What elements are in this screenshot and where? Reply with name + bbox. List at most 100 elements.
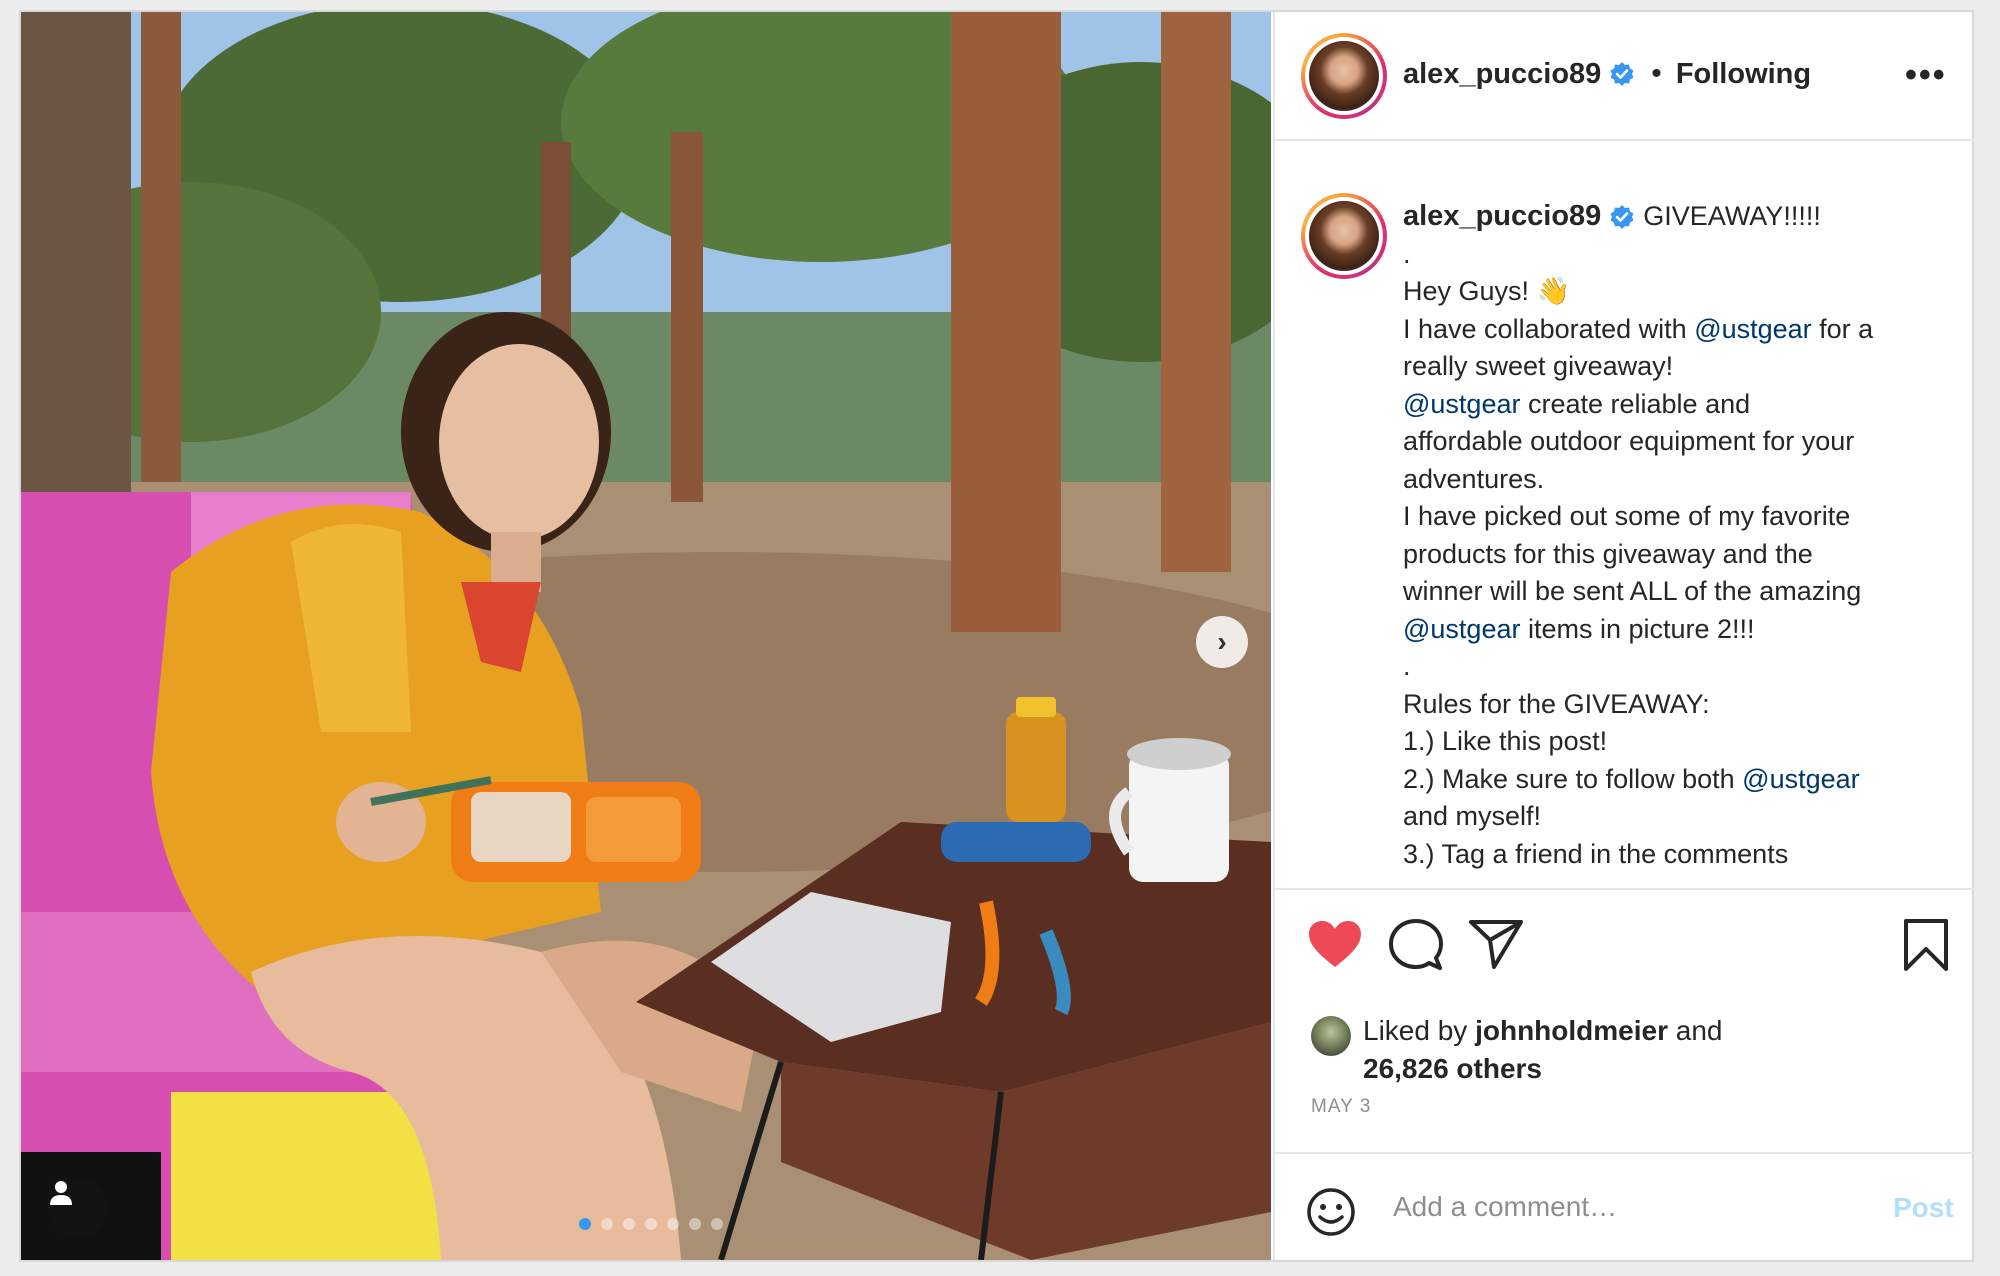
caption-line-text: I have picked out some of my favorite [1403,501,1850,531]
comment-icon[interactable] [1389,918,1443,972]
following-button[interactable]: Following [1676,58,1811,91]
caption-fragment: . [1403,651,1411,681]
caption-line-text: 1.) Like this post! [1403,726,1607,756]
post-photo[interactable]: › [21,12,1271,1260]
caption-line-text: winner will be sent ALL of the amazing [1403,576,1861,606]
caption-fragment: 2.) Make sure to follow both [1403,763,1743,794]
carousel-dot [645,1218,657,1230]
caption-line: adventures. [1403,461,1943,499]
person-icon [50,1181,72,1205]
caption-line-text: really sweet giveaway! [1403,351,1673,381]
instagram-post: › alex_puccio89 • Following ••• alex_puc… [19,10,1974,1262]
carousel-indicator [579,1218,723,1230]
verified-badge-icon [1610,62,1634,86]
carousel-dot [711,1218,723,1230]
caption-line: Hey Guys! 👋 [1403,273,1943,311]
caption-line: @ustgear items in picture 2!!! [1403,611,1943,649]
caption-fragment: 1.) Like this post! [1403,726,1608,756]
caption-fragment: GIVEAWAY!!!!! [1643,201,1821,231]
caption-line-text: adventures. [1403,464,1544,494]
more-options-button[interactable]: ••• [1905,56,1947,95]
caption-line-text: @ustgear items in picture 2!!! [1403,614,1755,644]
post-header: alex_puccio89 • Following ••• [1275,12,1974,141]
caption-line: 3.) Tag a friend in the comments [1403,836,1943,874]
caption-scroll-area[interactable]: alex_puccio89 GIVEAWAY!!!!!. Hey Guys! 👋 I … [1275,143,1974,888]
mention-link[interactable]: @ustgear [1403,389,1520,419]
action-bar [1275,888,1974,1008]
caption-fragment: I have picked out some of my favorite [1403,501,1851,531]
caption-line-text: . [1403,651,1411,681]
verified-badge-icon [1610,204,1634,229]
caption-text: alex_puccio89 GIVEAWAY!!!!!. Hey Guys! 👋 I … [1403,198,1943,873]
caption-line: and myself! [1403,798,1943,836]
caption-fragment: Hey Guys! 👋 [1403,276,1571,306]
comment-bar: Post [1275,1152,1974,1260]
caption-line: . [1403,648,1943,686]
separator-bullet: • [1651,57,1662,90]
caption-line-text: Rules for the GIVEAWAY: [1403,689,1710,719]
heart-icon[interactable] [1307,920,1363,970]
mention-link[interactable]: @ustgear [1694,314,1811,344]
mention-link[interactable]: @ustgear [1403,614,1520,644]
likes-text: Liked by johnholdmeier and 26,826 others [1363,1012,1722,1088]
caption-fragment: items in picture 2!!! [1520,613,1755,644]
caption-fragment: create reliable and [1520,388,1751,419]
caption-fragment: Rules for the GIVEAWAY: [1403,688,1710,719]
carousel-dot [579,1218,591,1230]
caption-line-text: products for this giveaway and the [1403,539,1813,569]
caption-fragment: adventures. [1403,463,1545,494]
caption-fragment: 3.) Tag a friend in the comments [1403,838,1789,869]
caption-line-text: GIVEAWAY!!!!! [1643,198,1821,236]
caption-line-text: Hey Guys! 👋 [1403,276,1570,306]
caption-line: 2.) Make sure to follow both @ustgear [1403,761,1943,799]
caption-fragment: affordable outdoor equipment for your [1403,426,1855,456]
paper-plane-icon[interactable] [1469,918,1523,970]
mention-link[interactable]: @ustgear [1742,764,1859,794]
caption-fragment: . [1403,238,1411,269]
caption-line: products for this giveaway and the [1403,536,1943,574]
caption-line-text: I have collaborated with @ustgear for a [1403,314,1873,344]
likes-middle: and [1667,1015,1723,1046]
caption-fragment: products for this giveaway and the [1403,538,1813,569]
caption-line: . [1403,236,1943,274]
caption-line-text: . [1403,239,1411,269]
liker-username[interactable]: johnholdmeier [1475,1015,1668,1046]
carousel-dot [623,1218,635,1230]
emoji-icon[interactable] [1306,1187,1356,1237]
tagged-users-button[interactable] [47,1178,107,1238]
chevron-right-icon: › [1217,626,1227,657]
caption-line: 1.) Like this post! [1403,723,1943,761]
caption-line: alex_puccio89 GIVEAWAY!!!!! [1403,198,1943,236]
caption-line: winner will be sent ALL of the amazing [1403,573,1943,611]
carousel-dot [689,1218,701,1230]
comment-input[interactable] [1393,1184,1833,1230]
caption-author-avatar[interactable] [1301,193,1387,279]
carousel-dot [601,1218,613,1230]
caption-line: affordable outdoor equipment for your [1403,423,1943,461]
likes-summary[interactable]: Liked by johnholdmeier and 26,826 others [1311,1012,1722,1088]
carousel-dot [667,1218,679,1230]
caption-fragment: I have collaborated with [1403,313,1695,344]
post-date[interactable]: MAY 3 [1311,1096,1371,1118]
caption-line: @ustgear create reliable and [1403,386,1943,424]
caption-username[interactable]: alex_puccio89 [1403,198,1601,236]
caption-line: Rules for the GIVEAWAY: [1403,686,1943,724]
author-avatar[interactable] [1301,33,1387,119]
caption-line-text: affordable outdoor equipment for your [1403,426,1854,456]
caption-fragment: for a [1811,313,1874,344]
likes-count[interactable]: 26,826 others [1363,1053,1542,1084]
caption-line-text: and myself! [1403,801,1541,831]
post-comment-button[interactable]: Post [1893,1192,1954,1224]
liker-avatar[interactable] [1311,1016,1351,1056]
caption-line: really sweet giveaway! [1403,348,1943,386]
post-sidebar: alex_puccio89 • Following ••• alex_pucci… [1273,12,1974,1260]
caption-line-text: @ustgear create reliable and [1403,389,1750,419]
carousel-next-button[interactable]: › [1196,616,1248,668]
author-username[interactable]: alex_puccio89 [1403,58,1601,91]
author-info: alex_puccio89 • Following [1403,57,1811,91]
photo-illustration [21,12,1271,1260]
caption-line: I have picked out some of my favorite [1403,498,1943,536]
bookmark-icon[interactable] [1903,918,1949,972]
caption-fragment: really sweet giveaway! [1403,351,1674,381]
likes-prefix: Liked by [1363,1015,1476,1046]
